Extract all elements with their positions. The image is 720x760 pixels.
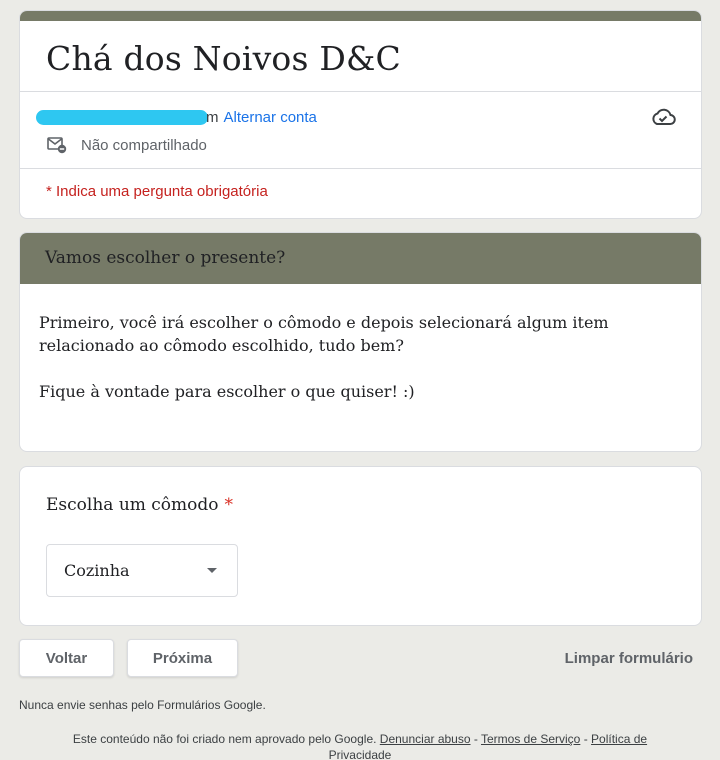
- report-abuse-link[interactable]: Denunciar abuso: [380, 732, 471, 746]
- divider: [20, 91, 701, 92]
- section-header: Vamos escolher o presente?: [20, 233, 701, 284]
- footer: Este conteúdo não foi criado nem aprovad…: [40, 731, 680, 760]
- next-button[interactable]: Próxima: [127, 639, 238, 677]
- form-header-card: Chá dos Noivos D&C m Alternar conta Não …: [19, 10, 702, 219]
- section-description-line: Primeiro, você irá escolher o cômodo e d…: [39, 313, 609, 355]
- dropdown-selected-value: Cozinha: [64, 561, 130, 580]
- password-warning: Nunca envie senhas pelo Formulários Goog…: [19, 698, 266, 712]
- back-button[interactable]: Voltar: [19, 639, 114, 677]
- room-dropdown[interactable]: Cozinha: [46, 544, 238, 597]
- section-description: Primeiro, você irá escolher o cômodo e d…: [39, 311, 689, 403]
- section-description-line: Fique à vontade para escolher o que quis…: [39, 382, 415, 401]
- switch-account-link[interactable]: Alternar conta: [224, 109, 317, 126]
- required-note: * Indica uma pergunta obrigatória: [46, 183, 268, 200]
- footer-disclaimer: Este conteúdo não foi criado nem aprovad…: [72, 732, 377, 746]
- terms-link[interactable]: Termos de Serviço: [481, 732, 580, 746]
- redacted-email: [36, 109, 208, 125]
- mail-not-shared-icon: [47, 137, 67, 154]
- form-title: Chá dos Noivos D&C: [46, 39, 401, 78]
- dropdown-arrow-icon: [207, 568, 217, 573]
- divider: [20, 168, 701, 169]
- theme-stripe: [20, 11, 701, 21]
- footer-separator: -: [580, 732, 592, 746]
- not-shared-label: Não compartilhado: [81, 136, 207, 154]
- sharing-status-row: Não compartilhado: [47, 136, 207, 154]
- question-card: Escolha um cômodo * Cozinha: [19, 466, 702, 626]
- footer-separator: -: [470, 732, 481, 746]
- question-title: Escolha um cômodo *: [46, 495, 233, 515]
- section-card: Vamos escolher o presente? Primeiro, voc…: [19, 232, 702, 452]
- account-email-tail: m: [206, 108, 219, 126]
- required-star: *: [224, 495, 234, 515]
- question-title-text: Escolha um cômodo: [46, 495, 219, 515]
- section-title: Vamos escolher o presente?: [45, 248, 286, 268]
- account-row: m Alternar conta: [36, 106, 317, 128]
- cloud-check-icon[interactable]: [650, 107, 676, 127]
- clear-form-button[interactable]: Limpar formulário: [565, 650, 693, 667]
